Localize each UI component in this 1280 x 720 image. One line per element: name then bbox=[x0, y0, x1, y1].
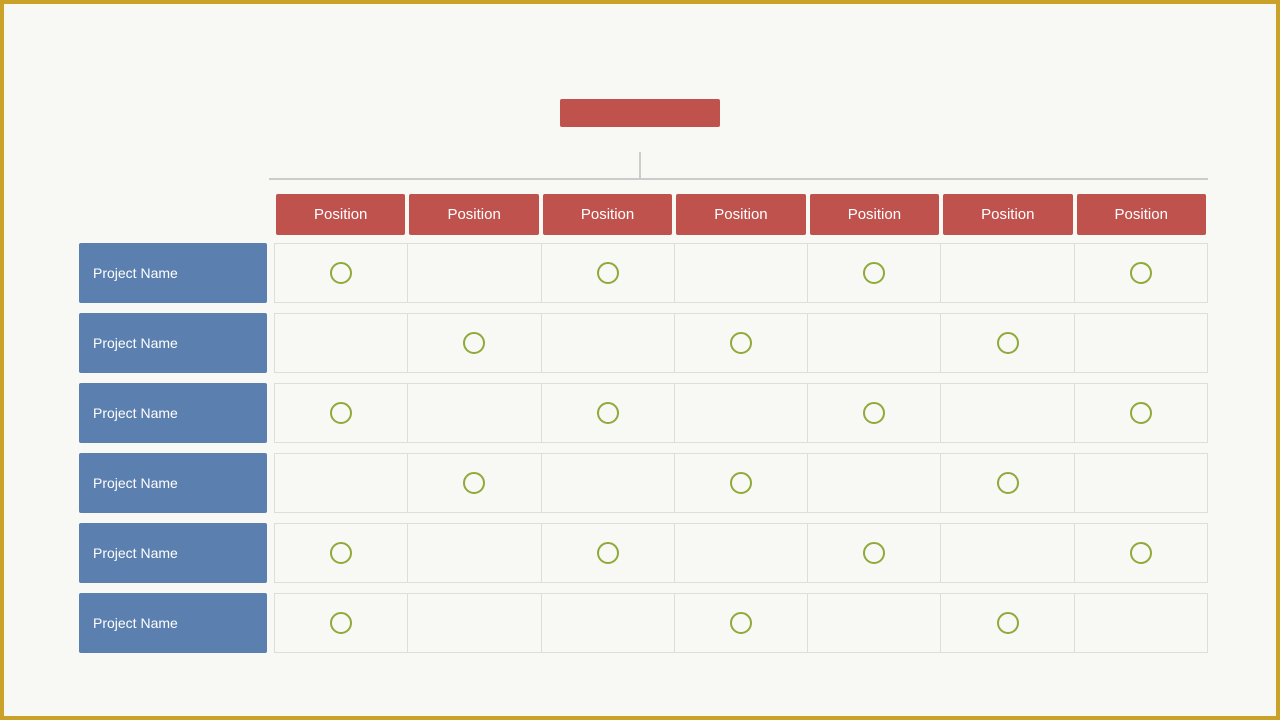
position-header-4: Position bbox=[810, 194, 939, 235]
grid-cell-4-0 bbox=[275, 524, 408, 583]
grid-cell-3-3 bbox=[675, 454, 808, 513]
grid-cell-5-1 bbox=[408, 594, 541, 653]
circle-4-4 bbox=[863, 542, 885, 564]
positions-row: PositionPositionPositionPositionPosition… bbox=[274, 194, 1208, 235]
grid-cells-1 bbox=[274, 313, 1208, 373]
circle-3-1 bbox=[463, 472, 485, 494]
position-header-5: Position bbox=[943, 194, 1072, 235]
grid-cell-3-4 bbox=[808, 454, 941, 513]
matrix-container: PositionPositionPositionPositionPosition… bbox=[79, 194, 1208, 676]
circle-3-3 bbox=[730, 472, 752, 494]
grid-cell-0-2 bbox=[542, 244, 675, 303]
grid-cell-2-3 bbox=[675, 384, 808, 443]
grid-row-0: Project Name bbox=[79, 239, 1208, 307]
circle-4-0 bbox=[330, 542, 352, 564]
grid-cell-1-4 bbox=[808, 314, 941, 373]
circle-0-0 bbox=[330, 262, 352, 284]
grid-cell-4-6 bbox=[1075, 524, 1208, 583]
circle-1-1 bbox=[463, 332, 485, 354]
circle-4-6 bbox=[1130, 542, 1152, 564]
project-label-3: Project Name bbox=[79, 453, 267, 513]
circle-3-5 bbox=[997, 472, 1019, 494]
slide: PositionPositionPositionPositionPosition… bbox=[4, 4, 1276, 716]
grid-cell-4-2 bbox=[542, 524, 675, 583]
grid-cells-5 bbox=[274, 593, 1208, 653]
position-header-3: Position bbox=[676, 194, 805, 235]
grid-cell-0-5 bbox=[941, 244, 1074, 303]
grid-cell-3-5 bbox=[941, 454, 1074, 513]
grid-area: Project Name Project Name Project Name Proj… bbox=[79, 239, 1208, 659]
grid-cell-0-4 bbox=[808, 244, 941, 303]
grid-cell-1-0 bbox=[275, 314, 408, 373]
grid-row-1: Project Name bbox=[79, 309, 1208, 377]
position-header-0: Position bbox=[276, 194, 405, 235]
circle-1-5 bbox=[997, 332, 1019, 354]
grid-cell-0-1 bbox=[408, 244, 541, 303]
project-label-5: Project Name bbox=[79, 593, 267, 653]
circle-5-0 bbox=[330, 612, 352, 634]
circle-5-3 bbox=[730, 612, 752, 634]
grid-cell-1-1 bbox=[408, 314, 541, 373]
grid-cells-4 bbox=[274, 523, 1208, 583]
project-label-2: Project Name bbox=[79, 383, 267, 443]
circle-0-6 bbox=[1130, 262, 1152, 284]
grid-cell-5-4 bbox=[808, 594, 941, 653]
grid-row-3: Project Name bbox=[79, 449, 1208, 517]
circle-4-2 bbox=[597, 542, 619, 564]
grid-cell-5-6 bbox=[1075, 594, 1208, 653]
grid-cell-2-2 bbox=[542, 384, 675, 443]
grid-cell-4-1 bbox=[408, 524, 541, 583]
circle-1-3 bbox=[730, 332, 752, 354]
president-connector-vertical bbox=[639, 152, 641, 180]
grid-row-2: Project Name bbox=[79, 379, 1208, 447]
circle-2-2 bbox=[597, 402, 619, 424]
project-label-0: Project Name bbox=[79, 243, 267, 303]
circle-0-2 bbox=[597, 262, 619, 284]
grid-row-4: Project Name bbox=[79, 519, 1208, 587]
grid-cells-2 bbox=[274, 383, 1208, 443]
grid-cell-3-1 bbox=[408, 454, 541, 513]
grid-cell-0-3 bbox=[675, 244, 808, 303]
president-box bbox=[560, 99, 720, 127]
grid-row-5: Project Name bbox=[79, 589, 1208, 657]
grid-cell-2-1 bbox=[408, 384, 541, 443]
grid-cell-4-4 bbox=[808, 524, 941, 583]
grid-cell-5-3 bbox=[675, 594, 808, 653]
grid-cell-2-4 bbox=[808, 384, 941, 443]
grid-cell-0-6 bbox=[1075, 244, 1208, 303]
grid-cells-3 bbox=[274, 453, 1208, 513]
grid-cell-2-0 bbox=[275, 384, 408, 443]
grid-cell-4-3 bbox=[675, 524, 808, 583]
circle-5-5 bbox=[997, 612, 1019, 634]
grid-cell-3-0 bbox=[275, 454, 408, 513]
circle-2-6 bbox=[1130, 402, 1152, 424]
grid-cell-1-6 bbox=[1075, 314, 1208, 373]
grid-cell-2-5 bbox=[941, 384, 1074, 443]
position-header-2: Position bbox=[543, 194, 672, 235]
project-label-4: Project Name bbox=[79, 523, 267, 583]
position-header-1: Position bbox=[409, 194, 538, 235]
grid-cell-4-5 bbox=[941, 524, 1074, 583]
grid-cell-5-2 bbox=[542, 594, 675, 653]
grid-cell-0-0 bbox=[275, 244, 408, 303]
horizontal-connector bbox=[269, 178, 1208, 180]
grid-cells-0 bbox=[274, 243, 1208, 303]
grid-cell-5-0 bbox=[275, 594, 408, 653]
grid-cell-3-6 bbox=[1075, 454, 1208, 513]
circle-0-4 bbox=[863, 262, 885, 284]
circle-2-4 bbox=[863, 402, 885, 424]
grid-cell-1-2 bbox=[542, 314, 675, 373]
position-header-6: Position bbox=[1077, 194, 1206, 235]
grid-cell-2-6 bbox=[1075, 384, 1208, 443]
circle-2-0 bbox=[330, 402, 352, 424]
grid-cell-5-5 bbox=[941, 594, 1074, 653]
project-label-1: Project Name bbox=[79, 313, 267, 373]
grid-cell-1-3 bbox=[675, 314, 808, 373]
grid-cell-3-2 bbox=[542, 454, 675, 513]
grid-cell-1-5 bbox=[941, 314, 1074, 373]
